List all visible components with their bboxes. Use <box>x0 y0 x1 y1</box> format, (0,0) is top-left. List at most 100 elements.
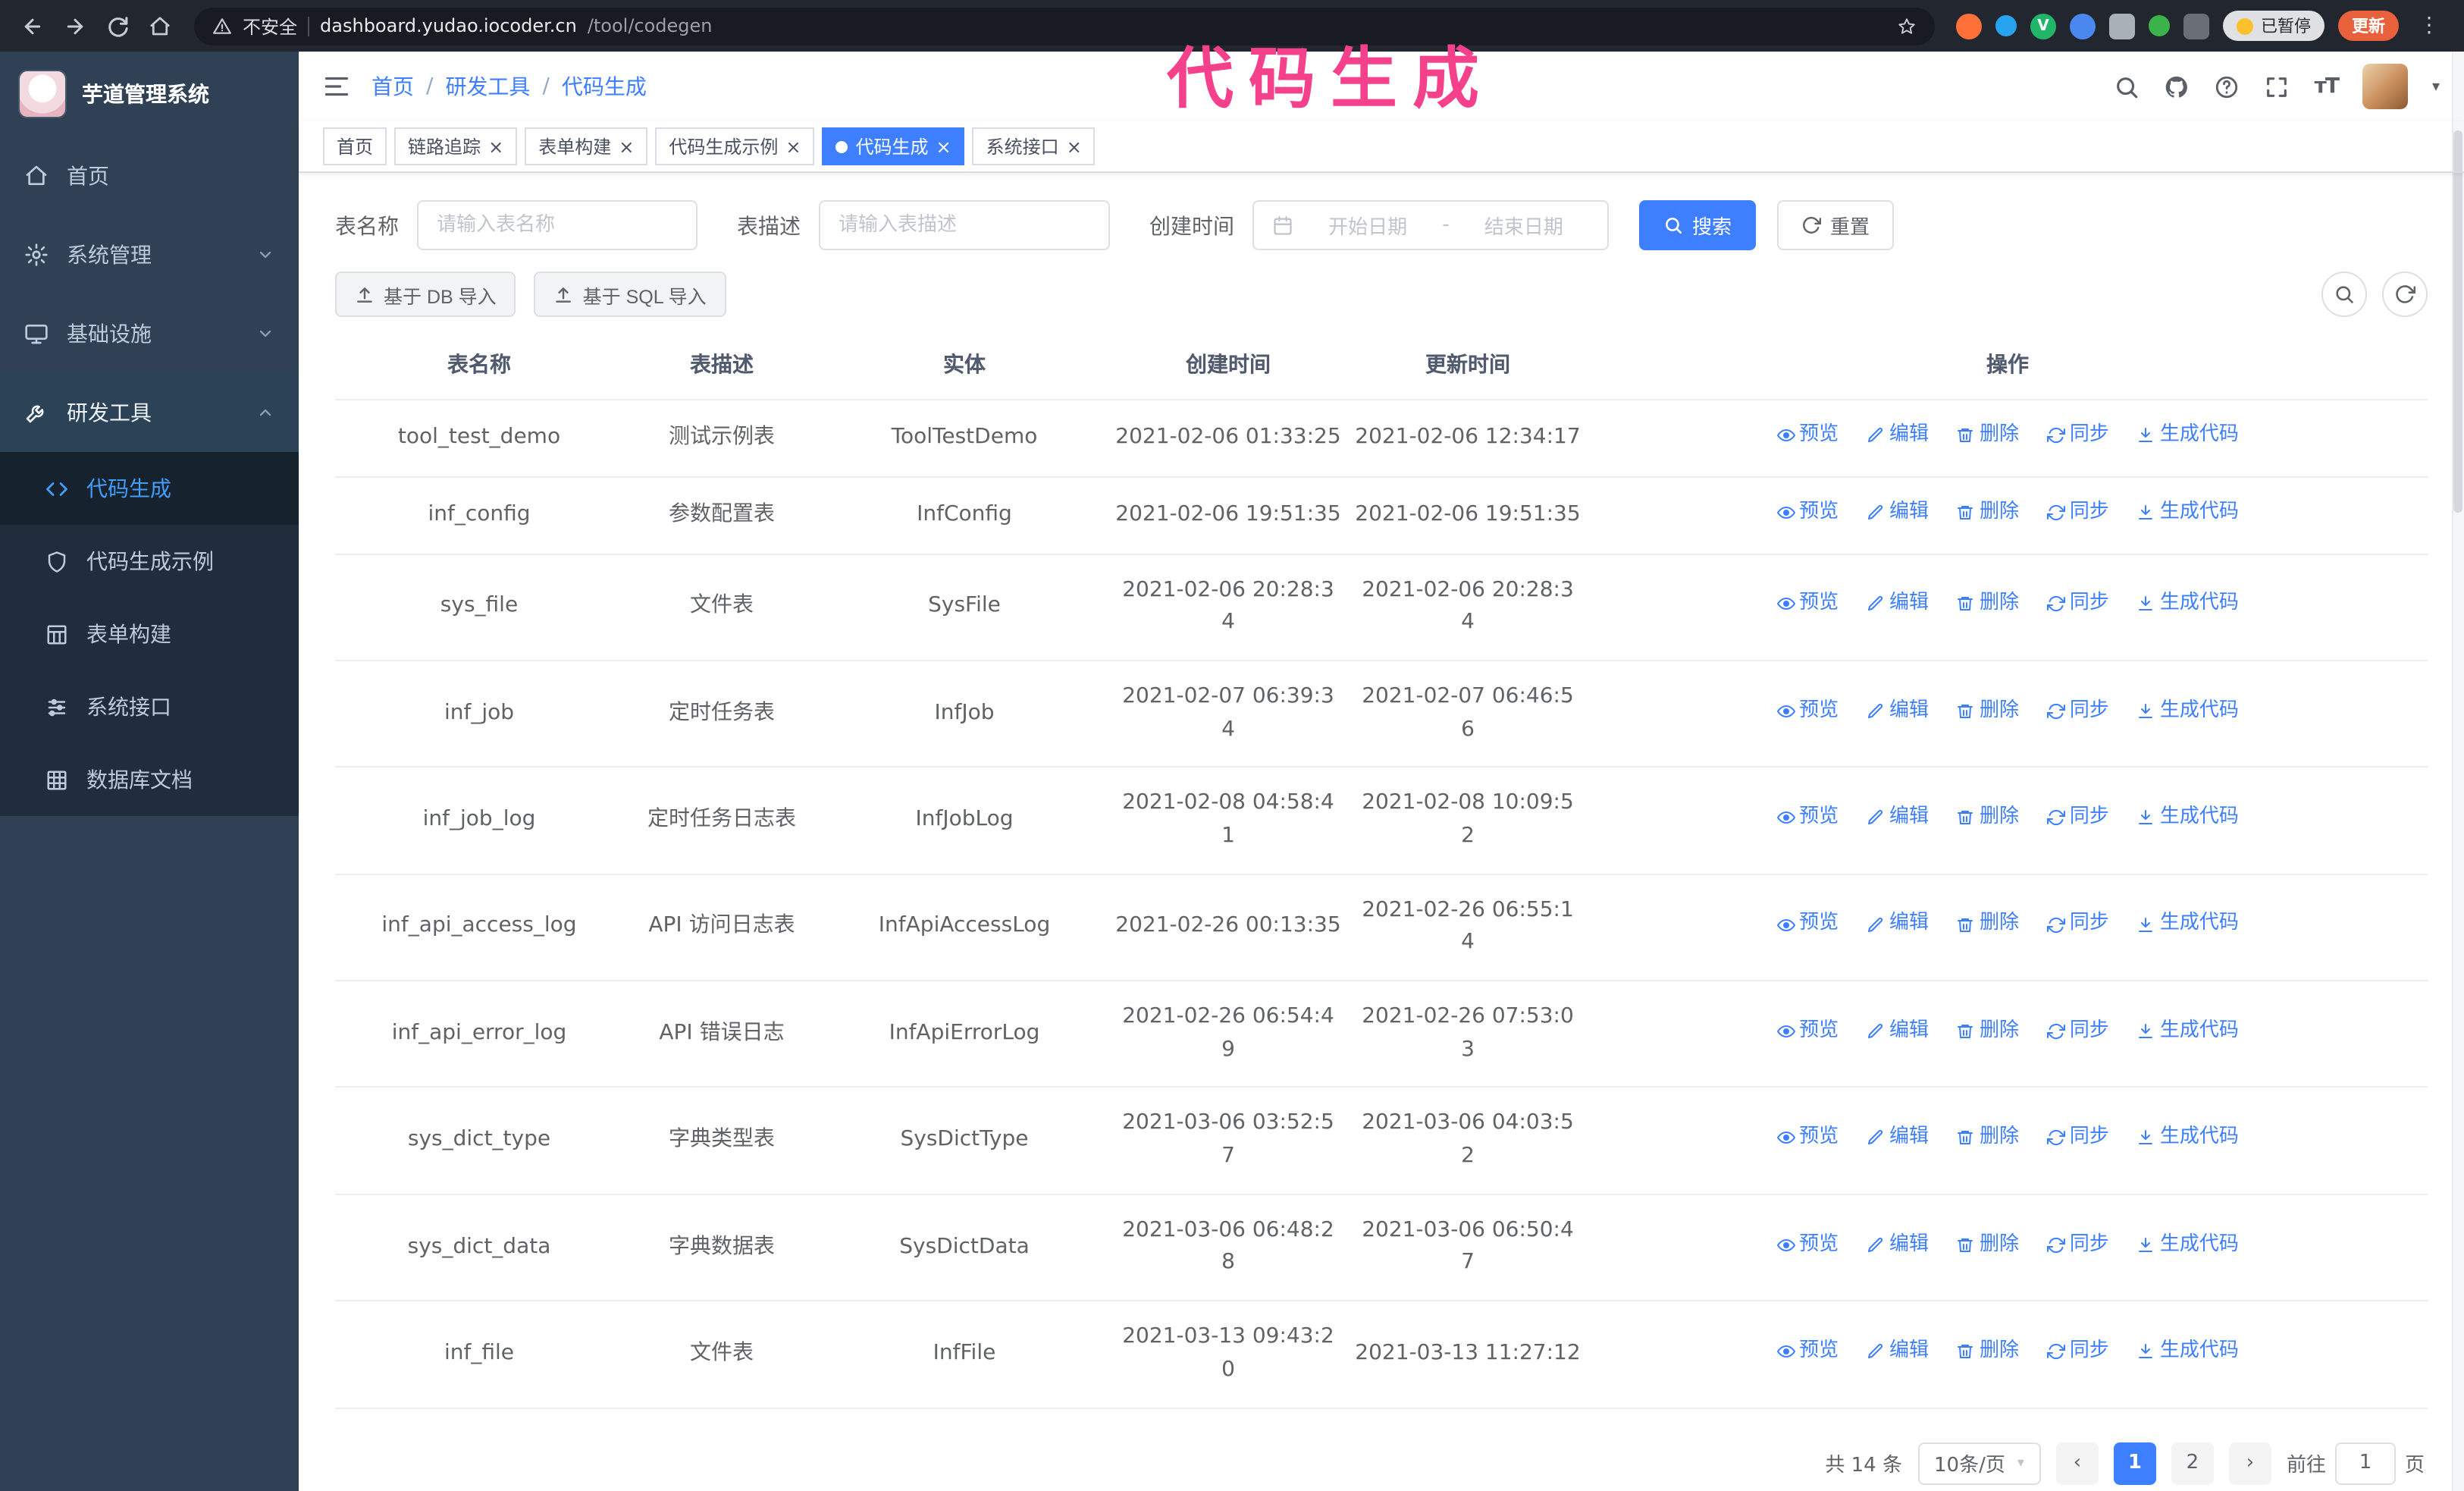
preview-link[interactable]: 预览 <box>1776 420 1839 450</box>
delete-link[interactable]: 删除 <box>1957 802 2019 833</box>
help-icon[interactable] <box>2215 74 2240 99</box>
page-button-1[interactable]: 1 <box>2113 1442 2156 1484</box>
edit-link[interactable]: 编辑 <box>1867 802 1929 833</box>
breadcrumb-dev-tools[interactable]: 研发工具 <box>445 71 530 102</box>
edit-link[interactable]: 编辑 <box>1867 695 1929 726</box>
search-icon[interactable] <box>2114 74 2140 99</box>
sync-link[interactable]: 同步 <box>2046 802 2109 833</box>
table-desc-input[interactable] <box>839 214 1090 237</box>
sidebar-item-system-management[interactable]: 系统管理 <box>0 215 299 294</box>
browser-menu-icon[interactable]: ⋮ <box>2412 14 2446 38</box>
edit-link[interactable]: 编辑 <box>1867 1122 1929 1153</box>
sidebar-item-form-builder[interactable]: 表单构建 <box>0 598 299 670</box>
puzzle-extension-icon[interactable] <box>2183 13 2209 39</box>
goto-page-input[interactable] <box>2334 1442 2396 1484</box>
delete-link[interactable]: 删除 <box>1957 589 2019 620</box>
paused-badge[interactable]: 已暂停 <box>2223 11 2324 41</box>
security-label[interactable]: 不安全 <box>243 13 297 39</box>
address-bar[interactable]: 不安全 dashboard.yudao.iocoder.cn /tool/cod… <box>194 7 1935 45</box>
close-icon[interactable]: × <box>488 137 503 155</box>
delete-link[interactable]: 删除 <box>1957 1336 2019 1367</box>
browser-home-button[interactable] <box>140 6 179 46</box>
sync-link[interactable]: 同步 <box>2046 589 2109 620</box>
table-row[interactable]: inf_job_log 定时任务日志表 InfJobLog 2021-02-08… <box>335 767 2428 875</box>
sidebar-toggle-button[interactable] <box>323 73 350 100</box>
tag-code-generation-example[interactable]: 代码生成示例 × <box>655 127 815 165</box>
extension-icon[interactable] <box>2070 13 2096 39</box>
edit-link[interactable]: 编辑 <box>1867 498 1929 528</box>
generate-code-link[interactable]: 生成代码 <box>2137 498 2239 528</box>
preview-link[interactable]: 预览 <box>1776 1016 1839 1047</box>
generate-code-link[interactable]: 生成代码 <box>2137 802 2239 833</box>
sync-link[interactable]: 同步 <box>2046 695 2109 726</box>
generate-code-link[interactable]: 生成代码 <box>2137 589 2239 620</box>
tag-system-api[interactable]: 系统接口 × <box>972 127 1096 165</box>
table-row[interactable]: inf_api_access_log API 访问日志表 InfApiAcces… <box>335 874 2428 982</box>
preview-link[interactable]: 预览 <box>1776 802 1839 833</box>
preview-link[interactable]: 预览 <box>1776 498 1839 528</box>
tag-form-builder[interactable]: 表单构建 × <box>525 127 648 165</box>
sidebar-item-database-docs[interactable]: 数据库文档 <box>0 743 299 816</box>
table-row[interactable]: inf_config 参数配置表 InfConfig 2021-02-06 19… <box>335 476 2428 554</box>
edit-link[interactable]: 编辑 <box>1867 1229 1929 1260</box>
breadcrumb-home[interactable]: 首页 <box>371 71 414 102</box>
tag-code-generation[interactable]: 代码生成 × <box>822 127 965 165</box>
table-row[interactable]: sys_dict_type 字典类型表 SysDictType 2021-03-… <box>335 1087 2428 1195</box>
page-button-2[interactable]: 2 <box>2171 1442 2214 1484</box>
extension-icon[interactable] <box>1956 13 1982 39</box>
browser-back-button[interactable] <box>12 6 52 46</box>
scrollbar-track[interactable] <box>2452 52 2464 1491</box>
date-range-picker[interactable]: 开始日期 - 结束日期 <box>1252 200 1609 250</box>
import-sql-button[interactable]: 基于 SQL 导入 <box>534 272 726 317</box>
sync-link[interactable]: 同步 <box>2046 909 2109 940</box>
generate-code-link[interactable]: 生成代码 <box>2137 420 2239 450</box>
toggle-search-button[interactable] <box>2321 272 2367 317</box>
extension-icon[interactable] <box>2109 13 2135 39</box>
avatar[interactable] <box>2362 64 2408 109</box>
page-size-select[interactable]: 10条/页 ▾ <box>1917 1442 2041 1484</box>
import-db-button[interactable]: 基于 DB 导入 <box>335 272 516 317</box>
table-row[interactable]: sys_dict_data 字典数据表 SysDictData 2021-03-… <box>335 1194 2428 1302</box>
extension-icon[interactable] <box>2149 15 2170 36</box>
search-button[interactable]: 搜索 <box>1639 200 1757 250</box>
sync-link[interactable]: 同步 <box>2046 1229 2109 1260</box>
delete-link[interactable]: 删除 <box>1957 1229 2019 1260</box>
table-name-input[interactable] <box>437 214 678 237</box>
fullscreen-icon[interactable] <box>2265 74 2290 99</box>
close-icon[interactable]: × <box>1067 137 1082 155</box>
scrollbar-thumb[interactable] <box>2453 130 2462 513</box>
extension-icon[interactable] <box>1995 15 2017 36</box>
generate-code-link[interactable]: 生成代码 <box>2137 1122 2239 1153</box>
table-row[interactable]: inf_file 文件表 InfFile 2021-03-13 09:43:2 … <box>335 1301 2428 1409</box>
preview-link[interactable]: 预览 <box>1776 1229 1839 1260</box>
github-icon[interactable] <box>2165 74 2190 99</box>
close-icon[interactable]: × <box>785 137 801 155</box>
delete-link[interactable]: 删除 <box>1957 420 2019 450</box>
preview-link[interactable]: 预览 <box>1776 1336 1839 1367</box>
generate-code-link[interactable]: 生成代码 <box>2137 1229 2239 1260</box>
table-row[interactable]: sys_file 文件表 SysFile 2021-02-06 20:28:3 … <box>335 554 2428 661</box>
tag-home[interactable]: 首页 <box>323 127 387 165</box>
delete-link[interactable]: 删除 <box>1957 498 2019 528</box>
sidebar-item-home[interactable]: 首页 <box>0 137 299 215</box>
delete-link[interactable]: 删除 <box>1957 909 2019 940</box>
tag-link-trace[interactable]: 链路追踪 × <box>394 127 518 165</box>
close-icon[interactable]: × <box>619 137 634 155</box>
edit-link[interactable]: 编辑 <box>1867 420 1929 450</box>
table-row[interactable]: inf_api_error_log API 错误日志 InfApiErrorLo… <box>335 981 2428 1088</box>
prev-page-button[interactable]: ‹ <box>2055 1442 2099 1484</box>
preview-link[interactable]: 预览 <box>1776 1122 1839 1153</box>
sidebar-item-code-generation[interactable]: 代码生成 <box>0 452 299 525</box>
edit-link[interactable]: 编辑 <box>1867 1336 1929 1367</box>
close-icon[interactable]: × <box>936 137 951 155</box>
extension-icon[interactable]: V <box>2030 13 2056 39</box>
reset-button[interactable]: 重置 <box>1777 200 1895 250</box>
refresh-table-button[interactable] <box>2382 272 2428 317</box>
sync-link[interactable]: 同步 <box>2046 1336 2109 1367</box>
breadcrumb-code-generation[interactable]: 代码生成 <box>562 71 647 102</box>
edit-link[interactable]: 编辑 <box>1867 589 1929 620</box>
table-row[interactable]: inf_job 定时任务表 InfJob 2021-02-07 06:39:3 … <box>335 660 2428 768</box>
sidebar-item-code-generation-example[interactable]: 代码生成示例 <box>0 525 299 598</box>
preview-link[interactable]: 预览 <box>1776 909 1839 940</box>
table-row[interactable]: tool_test_demo 测试示例表 ToolTestDemo 2021-0… <box>335 400 2428 478</box>
